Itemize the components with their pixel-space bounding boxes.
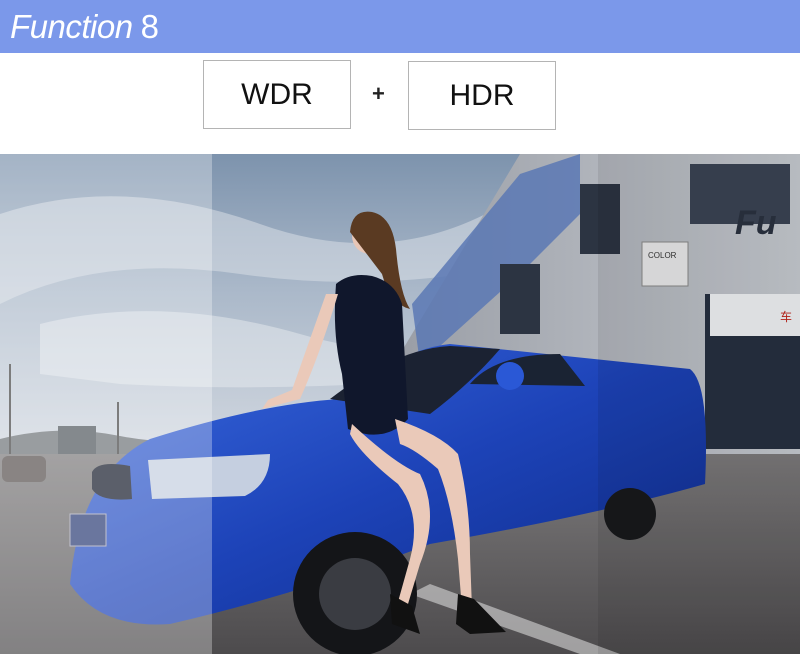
mode-labels: WDR + HDR [0,53,800,155]
plus-sign: + [372,81,385,106]
function-title: Function 8 [10,8,159,46]
hdr-label: HDR [449,78,515,112]
hdr-overlay-band [598,154,800,654]
wdr-label: WDR [241,77,313,111]
function-title-text: Function [10,8,133,45]
function-number: 8 [140,8,159,45]
building-window [500,264,540,334]
wdr-label-box: WDR [203,60,351,129]
car-side-mirror [496,362,524,390]
comparison-photo: COLOR 车 Fu [0,154,800,654]
hdr-label-box: HDR [408,61,556,130]
car-wheel-rim [319,558,391,630]
header-bar: Function 8 [0,0,800,53]
wdr-overlay-band [0,154,212,654]
